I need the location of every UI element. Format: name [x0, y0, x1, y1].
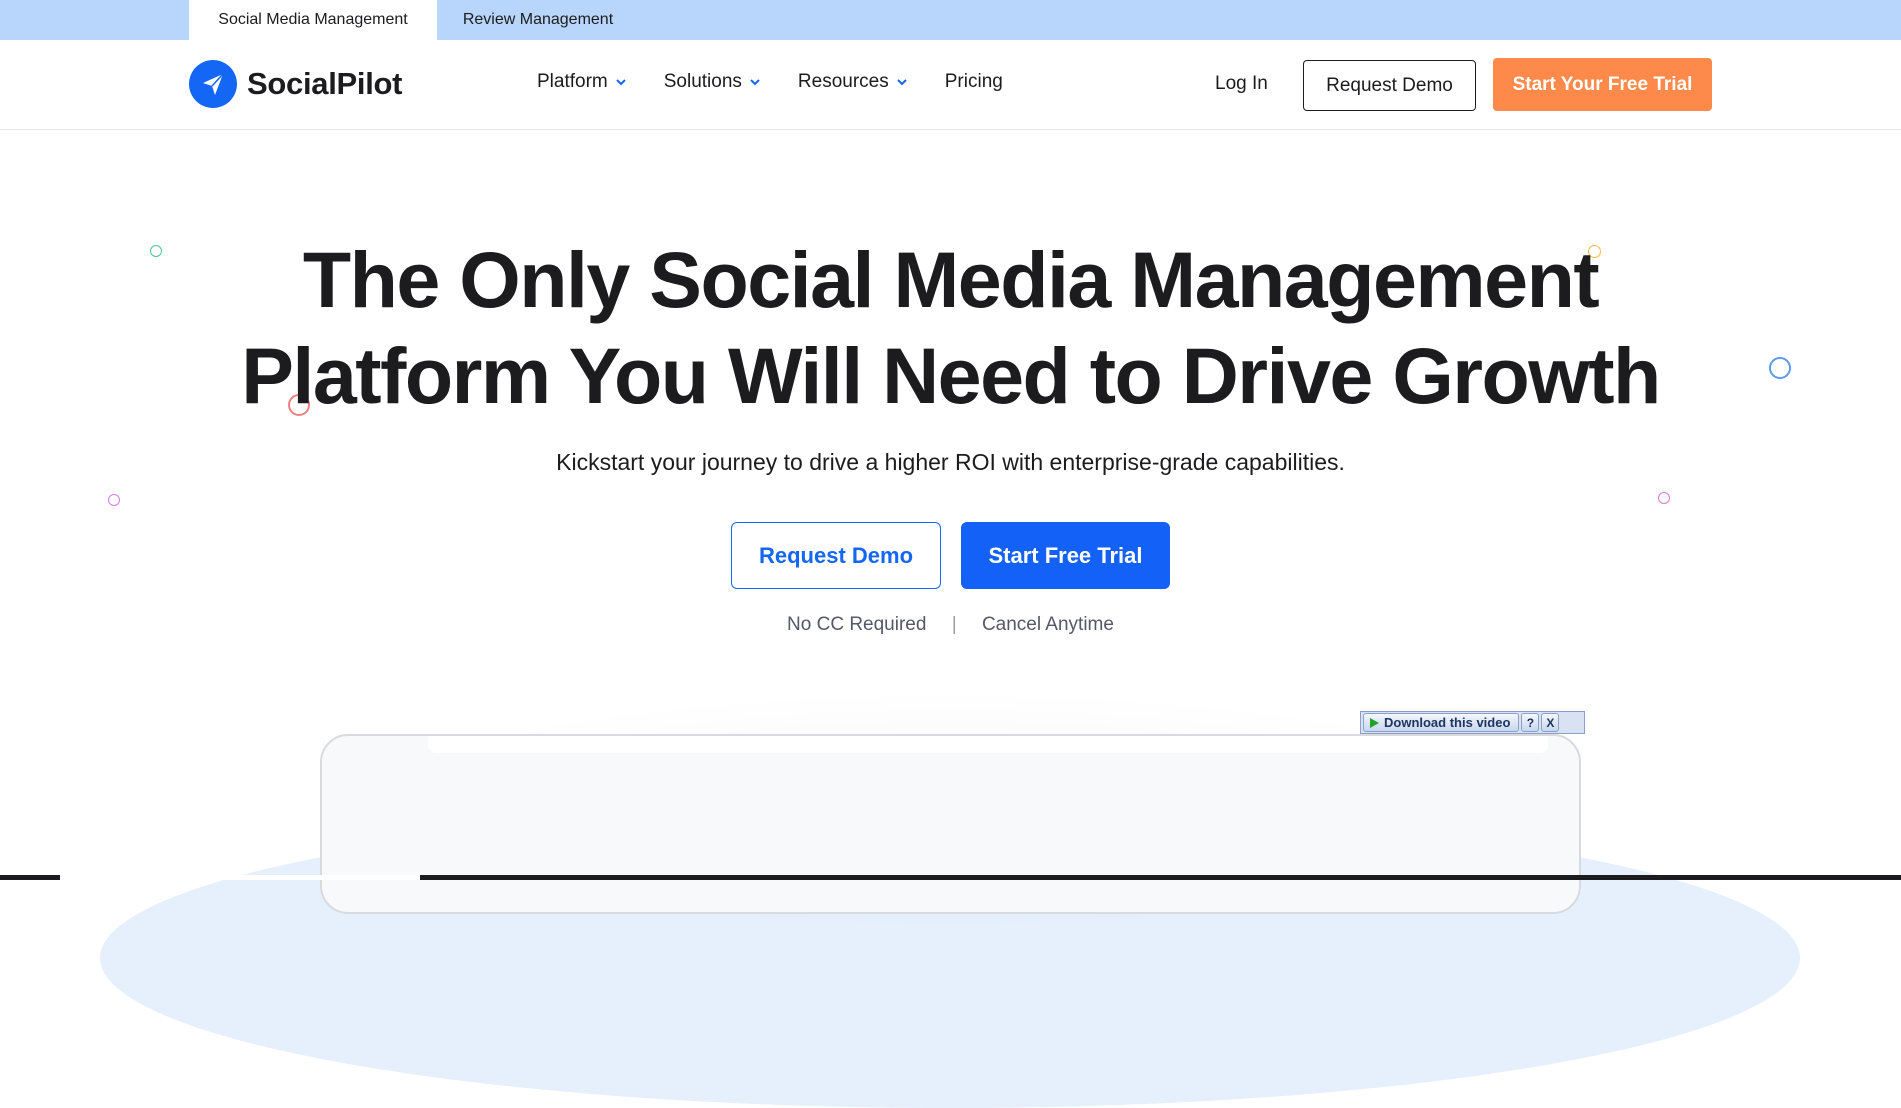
bottom-edge-highlight [60, 875, 420, 880]
hero-title-line2: Platform You Will Need to Drive Growth [241, 331, 1661, 420]
login-link[interactable]: Log In [1215, 73, 1268, 95]
download-video-label: Download this video [1384, 715, 1511, 730]
start-free-trial-button[interactable]: Start Your Free Trial [1493, 58, 1712, 111]
chevron-down-icon [616, 79, 626, 86]
nav-item-platform[interactable]: Platform [537, 71, 628, 93]
decorative-circle [1658, 492, 1670, 504]
product-preview-frame [320, 734, 1581, 914]
hero-title-line1: The Only Social Media Management [302, 235, 1600, 324]
tab-review-management[interactable]: Review Management [437, 0, 639, 40]
chevron-down-icon [750, 79, 760, 86]
logo[interactable]: SocialPilot [189, 60, 402, 108]
hero-subtitle: Kickstart your journey to drive a higher… [556, 449, 1345, 475]
help-button[interactable]: ? [1521, 713, 1540, 732]
hero-start-free-trial-button[interactable]: Start Free Trial [961, 522, 1170, 589]
close-button[interactable]: X [1541, 713, 1560, 732]
nav-item-solutions[interactable]: Solutions [664, 71, 762, 93]
product-switcher-bar: Social Media Management Review Managemen… [0, 0, 1901, 40]
main-nav: Platform Solutions Resources Pricing [537, 71, 1003, 93]
hero-notes: No CC Required | Cancel Anytime [0, 614, 1901, 636]
paper-plane-icon [189, 60, 237, 108]
nav-item-label: Platform [537, 71, 608, 92]
note-cancel-anytime: Cancel Anytime [981, 614, 1114, 635]
hero-title: The Only Social Media Management Platfor… [0, 232, 1901, 424]
download-video-button[interactable]: Download this video [1363, 713, 1520, 732]
note-no-cc: No CC Required [787, 614, 927, 635]
logo-text: SocialPilot [247, 66, 403, 101]
decorative-circle [108, 494, 120, 506]
nav-item-label: Pricing [944, 71, 1003, 92]
site-header: SocialPilot Platform Solutions Resources… [0, 40, 1901, 130]
chevron-down-icon [897, 79, 907, 86]
preview-screen-top [428, 736, 1548, 753]
nav-item-resources[interactable]: Resources [798, 71, 909, 93]
play-icon [1370, 717, 1379, 728]
video-download-toolbar: Download this video ? X [1360, 711, 1585, 734]
nav-item-label: Solutions [663, 71, 742, 92]
nav-item-pricing[interactable]: Pricing [945, 71, 1003, 93]
request-demo-button[interactable]: Request Demo [1303, 60, 1476, 111]
tab-social-media-management[interactable]: Social Media Management [189, 0, 437, 40]
hero-request-demo-button[interactable]: Request Demo [731, 522, 941, 589]
nav-item-label: Resources [797, 71, 889, 92]
note-separator: | [951, 614, 957, 635]
